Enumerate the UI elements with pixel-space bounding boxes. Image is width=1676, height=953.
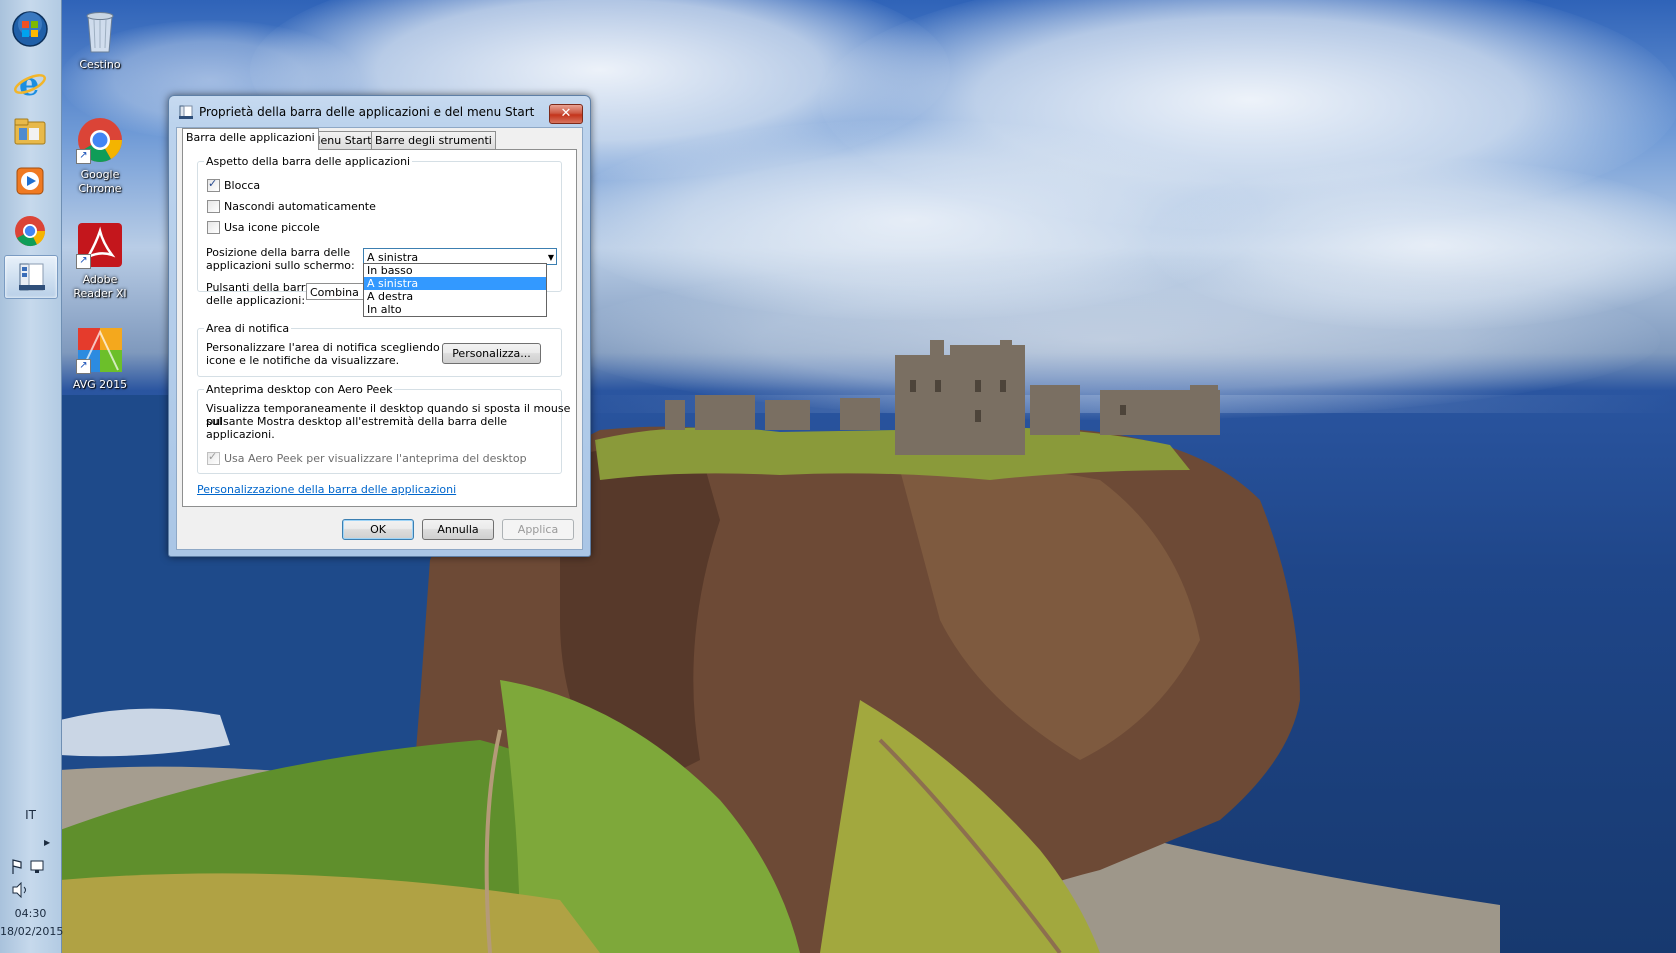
appearance-legend: Aspetto della barra delle applicazioni — [206, 155, 411, 168]
checkbox-box[interactable] — [207, 221, 220, 234]
cancel-button[interactable]: Annulla — [422, 519, 494, 540]
notification-text-line1: Personalizzare l'area di notifica scegli… — [206, 341, 453, 354]
position-label-line2: applicazioni sullo schermo: — [206, 259, 355, 272]
media-player-icon — [16, 167, 44, 195]
checkbox-label: Usa icone piccole — [224, 221, 320, 234]
aero-peek-text-line2: pulsante Mostra desktop all'estremità de… — [206, 415, 508, 441]
desktop-icon-label: Adobe — [82, 273, 118, 286]
taskbar-properties-dialog: Proprietà della barra delle applicazioni… — [168, 95, 591, 557]
aero-peek-checkbox: Usa Aero Peek per visualizzare l'antepri… — [207, 450, 527, 465]
position-label-line1: Posizione della barra delle — [206, 246, 351, 259]
chrome-icon: ↗ — [76, 116, 124, 164]
network-icon[interactable] — [30, 860, 44, 873]
taskbar-properties-icon — [179, 105, 193, 119]
desktop-icon-adobe-reader[interactable]: ↗ Adobe Reader XI — [61, 221, 139, 301]
chevron-down-icon[interactable]: ▼ — [548, 249, 554, 266]
desktop-icon-label: Google — [80, 168, 120, 181]
taskbar-properties-icon — [19, 263, 45, 291]
taskbar-google-chrome[interactable] — [4, 210, 56, 252]
taskbar: e IT ▶ 04:30 18/02/2015 — [0, 0, 63, 953]
dropdown-option-bottom[interactable]: In basso — [364, 264, 546, 277]
desktop-icon-label: AVG 2015 — [72, 378, 128, 391]
show-hidden-icons-arrow-icon[interactable]: ▶ — [44, 838, 50, 847]
close-button[interactable]: ✕ — [549, 104, 583, 124]
customize-notifications-button[interactable]: Personalizza... — [442, 343, 541, 364]
desktop-icon-recycle-bin[interactable]: Cestino — [61, 6, 139, 72]
notification-text-line2: icone e le notifiche da visualizzare. — [206, 354, 400, 367]
checkbox-box[interactable] — [207, 177, 220, 192]
chrome-icon — [15, 216, 46, 247]
dropdown-option-left[interactable]: A sinistra — [364, 277, 546, 290]
position-dropdown-list: In basso A sinistra A destra In alto — [363, 263, 547, 317]
checkbox-label: Blocca — [224, 179, 261, 192]
desktop-icon-label-line2: Reader XI — [73, 287, 127, 300]
windows-orb-icon — [12, 11, 48, 47]
taskbar-file-explorer[interactable] — [4, 110, 56, 152]
taskbar-internet-explorer[interactable]: e — [4, 62, 56, 104]
dialog-title: Proprietà della barra delle applicazioni… — [199, 105, 535, 119]
small-icons-checkbox[interactable]: Usa icone piccole — [207, 221, 320, 234]
internet-explorer-icon: e — [14, 66, 46, 100]
checkbox-box — [207, 450, 220, 465]
shortcut-arrow-icon: ↗ — [76, 254, 91, 269]
tray-icons — [12, 859, 44, 874]
buttons-combo-value: Combina s — [310, 286, 369, 299]
help-link[interactable]: Personalizzazione della barra delle appl… — [197, 483, 456, 496]
checkbox-box[interactable] — [207, 200, 220, 213]
dialog-client-area: Barra delle applicazioni Menu Start Barr… — [176, 127, 583, 550]
action-center-flag-icon[interactable] — [12, 859, 22, 874]
apply-button[interactable]: Applica — [502, 519, 574, 540]
shortcut-arrow-icon: ↗ — [76, 149, 91, 164]
taskbar-media-player[interactable] — [4, 160, 56, 202]
checkbox-label: Usa Aero Peek per visualizzare l'antepri… — [224, 452, 527, 465]
shortcut-arrow-icon: ↗ — [76, 359, 91, 374]
ok-button[interactable]: OK — [342, 519, 414, 540]
tab-panel: Aspetto della barra delle applicazioni B… — [182, 149, 577, 507]
notification-legend: Area di notifica — [206, 322, 290, 335]
folder-library-icon — [14, 118, 46, 145]
desktop-icon-avg[interactable]: ↗ AVG 2015 — [61, 326, 139, 392]
buttons-label-line2: delle applicazioni: — [206, 294, 306, 307]
dropdown-option-top[interactable]: In alto — [364, 303, 546, 316]
recycle-bin-icon — [76, 6, 124, 54]
adobe-reader-icon: ↗ — [76, 221, 124, 269]
tab-toolbars[interactable]: Barre degli strumenti — [371, 131, 496, 149]
buttons-label-line1: Pulsanti della barra — [206, 281, 313, 294]
desktop-icon-google-chrome[interactable]: ↗ Google Chrome — [61, 116, 139, 196]
checkbox-label: Nascondi automaticamente — [224, 200, 376, 213]
dropdown-option-right[interactable]: A destra — [364, 290, 546, 303]
volume-icon[interactable] — [11, 882, 31, 898]
language-indicator[interactable]: IT — [0, 808, 61, 822]
desktop-icon-label: Cestino — [79, 58, 121, 71]
aero-peek-legend: Anteprima desktop con Aero Peek — [206, 383, 393, 396]
autohide-checkbox[interactable]: Nascondi automaticamente — [207, 200, 376, 213]
start-button[interactable] — [4, 8, 56, 50]
clock-time[interactable]: 04:30 — [0, 907, 61, 920]
taskbar-properties-window[interactable] — [4, 255, 58, 299]
clock-date[interactable]: 18/02/2015 — [0, 925, 63, 938]
desktop-icon-label-line2: Chrome — [78, 182, 122, 195]
lock-taskbar-checkbox[interactable]: Blocca — [207, 177, 261, 192]
avg-icon: ↗ — [76, 326, 124, 374]
tab-taskbar[interactable]: Barra delle applicazioni — [182, 128, 319, 150]
